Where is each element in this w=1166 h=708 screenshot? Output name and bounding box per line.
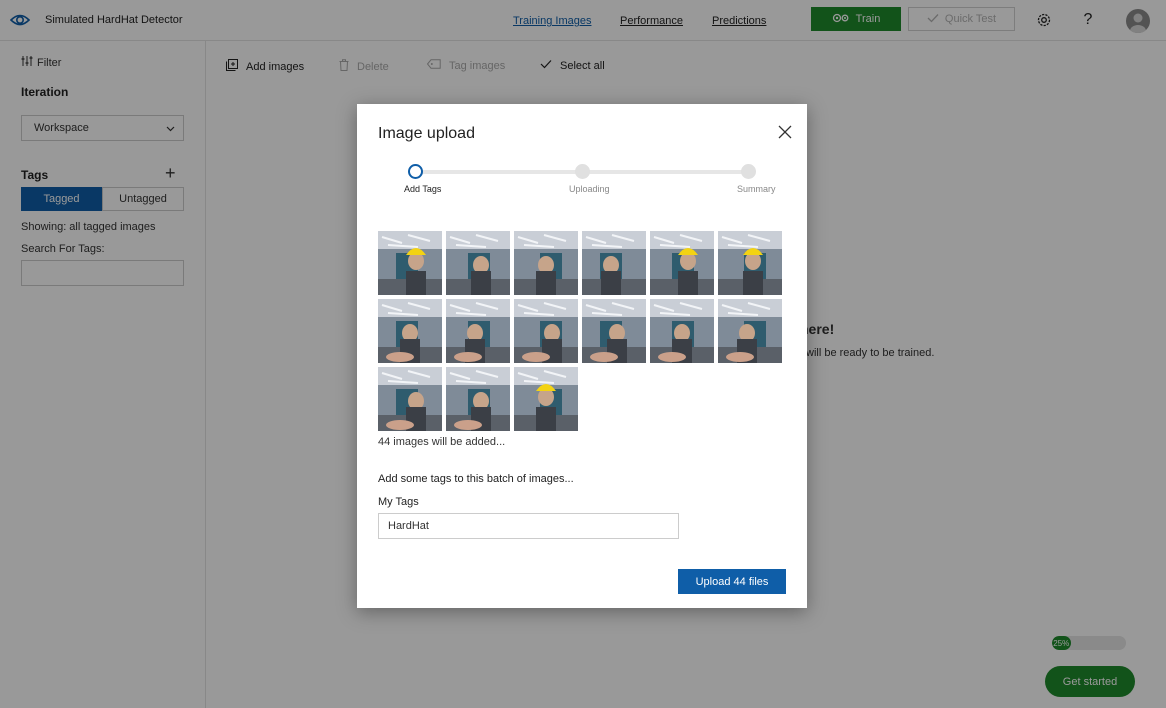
- my-tags-label: My Tags: [378, 496, 419, 508]
- thumbnail-image: [514, 299, 578, 363]
- image-upload-dialog: Image upload Add Tags Uploading Summary: [357, 104, 807, 608]
- thumbnail-image: [650, 231, 714, 295]
- thumbnail-image: [514, 367, 578, 431]
- thumbnail-image: [446, 299, 510, 363]
- thumbnail-image: [582, 231, 646, 295]
- step-add-tags-label: Add Tags: [404, 184, 442, 194]
- thumbnail-image: [718, 231, 782, 295]
- image-count-text: 44 images will be added...: [378, 436, 506, 448]
- step-uploading-dot: [575, 164, 590, 179]
- tags-prompt-text: Add some tags to this batch of images...: [378, 473, 574, 485]
- step-add-tags-dot: [408, 164, 423, 179]
- thumbnail-image: [650, 299, 714, 363]
- thumbnail-image: [378, 231, 442, 295]
- thumbnail-image: [446, 231, 510, 295]
- thumbnail-image: [514, 231, 578, 295]
- thumbnail-image: [446, 367, 510, 431]
- thumbnail-image: [378, 367, 442, 431]
- dialog-title: Image upload: [378, 125, 475, 142]
- step-summary-label: Summary: [737, 184, 776, 194]
- step-uploading-label: Uploading: [569, 184, 610, 194]
- thumbnail-image: [582, 299, 646, 363]
- upload-files-button[interactable]: Upload 44 files: [678, 569, 786, 594]
- thumbnail-image: [378, 299, 442, 363]
- thumbnail-image: [718, 299, 782, 363]
- step-summary-dot: [741, 164, 756, 179]
- my-tags-input[interactable]: [378, 513, 679, 539]
- close-icon[interactable]: [775, 122, 795, 142]
